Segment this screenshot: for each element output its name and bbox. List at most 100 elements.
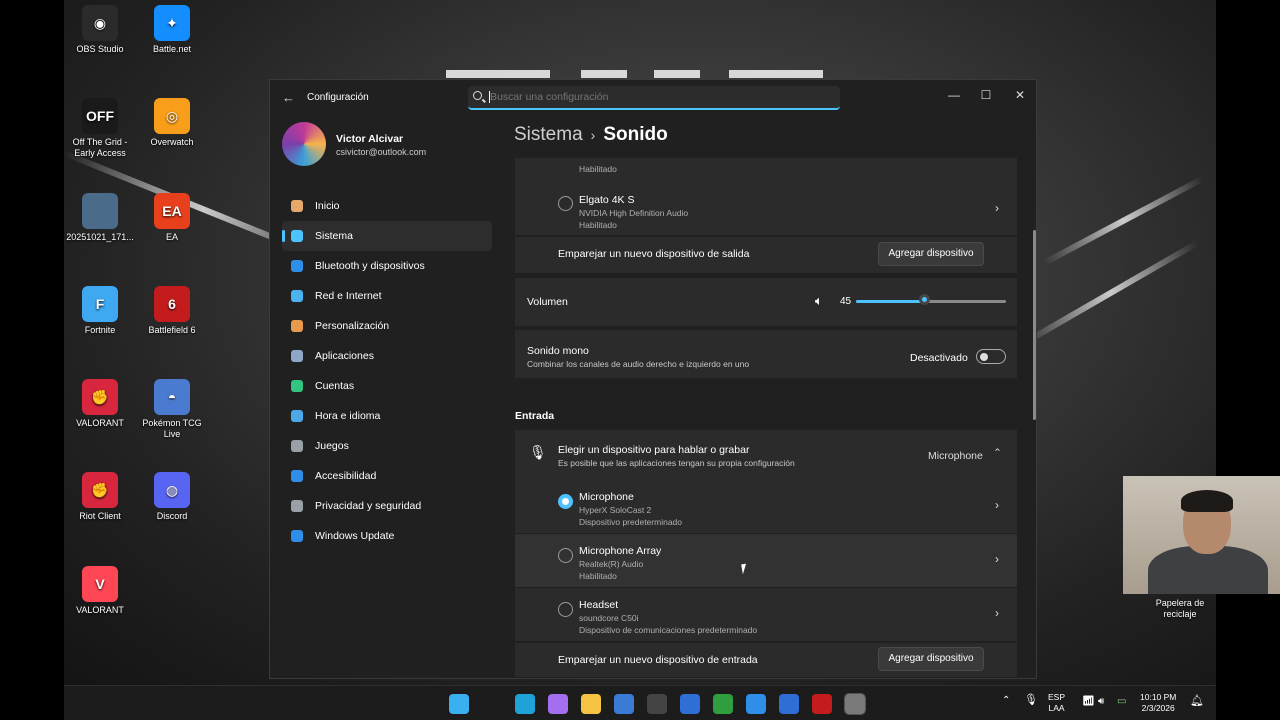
device-driver: NVIDIA High Definition Audio xyxy=(579,208,689,218)
back-arrow-icon[interactable]: ← xyxy=(282,90,295,105)
chevron-right-icon: › xyxy=(995,606,999,620)
wallpaper-light xyxy=(654,70,700,78)
sidebar-item-icon xyxy=(291,470,303,482)
sidebar-item[interactable]: Cuentas xyxy=(282,371,492,401)
sidebar-item[interactable]: Bluetooth y dispositivos xyxy=(282,251,492,281)
sidebar-item[interactable]: Accesibilidad xyxy=(282,461,492,491)
volume-slider-thumb[interactable] xyxy=(918,294,930,305)
maximize-button[interactable]: ☐ xyxy=(974,85,998,105)
input-device-row[interactable]: Microphone Array Realtek(R) Audio Habilita… xyxy=(515,534,1017,587)
taskbar-copilot-icon[interactable] xyxy=(548,694,568,714)
show-hidden-icons[interactable]: ⌃ xyxy=(1002,695,1010,706)
desktop-icon-label: Pokémon TCG Live xyxy=(142,418,202,439)
taskbar-outlook-icon[interactable] xyxy=(680,694,700,714)
wifi-icon[interactable]: 📶︎ xyxy=(1082,696,1095,707)
desktop-icon[interactable]: V VALORANT xyxy=(62,566,138,616)
desktop-icon-label: Riot Client xyxy=(79,511,121,521)
app-icon xyxy=(82,193,118,229)
language-indicator[interactable]: ESP LAA xyxy=(1048,692,1065,714)
desktop-icon[interactable]: ◍ Discord xyxy=(134,472,210,522)
battery-icon[interactable]: ▭ xyxy=(1117,696,1126,707)
input-device-row[interactable]: Microphone HyperX SoloCast 2 Dispositivo p… xyxy=(515,480,1017,533)
desktop-icon-label: Off The Grid - Early Access xyxy=(72,137,128,158)
sidebar-item-icon xyxy=(291,500,303,512)
taskbar-search-icon[interactable] xyxy=(482,694,502,714)
microphone-icon[interactable]: 🎙︎ xyxy=(1024,695,1038,706)
wallpaper-light xyxy=(446,70,550,78)
taskbar-store-icon[interactable] xyxy=(614,694,634,714)
taskbar-edge-icon[interactable] xyxy=(515,694,535,714)
output-device-prev[interactable]: Habilitado xyxy=(515,158,1017,182)
app-icon: 6 xyxy=(154,286,190,322)
add-output-device-button[interactable]: Agregar dispositivo xyxy=(878,242,984,266)
sidebar-item-icon xyxy=(291,290,303,302)
desktop-icon[interactable]: ◓ Pokémon TCG Live xyxy=(134,379,210,440)
volume-slider[interactable] xyxy=(856,294,1006,305)
input-chooser[interactable]: 🎙︎ Elegir un dispositivo para hablar o g… xyxy=(515,430,1017,480)
sidebar-item[interactable]: Sistema xyxy=(282,221,492,251)
taskbar-photos-icon[interactable] xyxy=(746,694,766,714)
desktop-icon[interactable]: ◉ OBS Studio xyxy=(62,5,138,55)
scrollbar[interactable] xyxy=(1033,230,1036,420)
sidebar-item-icon xyxy=(291,350,303,362)
volume-icon[interactable]: 🔊︎ xyxy=(1098,696,1104,707)
taskbar-explorer-icon[interactable] xyxy=(581,694,601,714)
desktop-icon-label: Battlefield 6 xyxy=(148,325,196,335)
search-box[interactable] xyxy=(468,86,840,110)
taskbar-settings-icon[interactable] xyxy=(844,693,866,715)
desktop-icon-label: Overwatch xyxy=(150,137,194,147)
microphone-icon: 🎙︎ xyxy=(529,444,547,460)
desktop-icon-label: Discord xyxy=(156,511,188,521)
input-device-row[interactable]: Headset soundcore C50i Dispositivo de comu… xyxy=(515,588,1017,641)
output-device-row[interactable]: Elgato 4K S NVIDIA High Definition Audio… xyxy=(515,182,1017,235)
minimize-button[interactable]: — xyxy=(942,85,966,105)
sidebar-item[interactable]: Privacidad y seguridad xyxy=(282,491,492,521)
sidebar-item[interactable]: Windows Update xyxy=(282,521,492,551)
search-input[interactable] xyxy=(490,88,830,106)
close-button[interactable]: ✕ xyxy=(1008,85,1032,105)
chevron-up-icon[interactable]: ⌃ xyxy=(993,447,1002,459)
desktop-icon[interactable]: 6 Battlefield 6 xyxy=(134,286,210,336)
clock[interactable]: 10:10 PM 2/3/2026 xyxy=(1140,692,1176,714)
language-code: ESP xyxy=(1048,692,1066,702)
webcam-overlay xyxy=(1123,476,1280,594)
desktop-icon[interactable]: ◎ Overwatch xyxy=(134,98,210,148)
device-status: Habilitado xyxy=(579,164,617,174)
add-input-device-button[interactable]: Agregar dispositivo xyxy=(878,647,984,671)
volume-value: 45 xyxy=(840,296,852,307)
desktop-icon[interactable]: OFF Off The Grid - Early Access xyxy=(62,98,138,159)
desktop-icon[interactable]: ✊ Riot Client xyxy=(62,472,138,522)
taskbar-battlefield-icon[interactable] xyxy=(812,694,832,714)
radio-button[interactable] xyxy=(558,196,573,211)
taskbar-mail-icon[interactable] xyxy=(779,694,799,714)
radio-button[interactable] xyxy=(558,602,573,617)
app-icon: EA xyxy=(154,193,190,229)
sidebar-item-icon xyxy=(291,260,303,272)
taskbar-xbox-icon[interactable] xyxy=(713,694,733,714)
app-icon: F xyxy=(82,286,118,322)
sidebar-item[interactable]: Juegos xyxy=(282,431,492,461)
radio-button[interactable] xyxy=(558,548,573,563)
sidebar-item[interactable]: Hora e idioma xyxy=(282,401,492,431)
desktop-icon[interactable]: ✦ Battle.net xyxy=(134,5,210,55)
taskbar-chatgpt-icon[interactable] xyxy=(647,694,667,714)
breadcrumb-parent[interactable]: Sistema xyxy=(514,124,583,145)
desktop-icon[interactable]: EA EA xyxy=(134,193,210,243)
sidebar-item[interactable]: Inicio xyxy=(282,191,492,221)
sidebar-item[interactable]: Aplicaciones xyxy=(282,341,492,371)
notifications-icon[interactable]: 🔔︎ xyxy=(1190,696,1204,707)
mono-toggle[interactable] xyxy=(976,349,1006,364)
app-icon: ✊ xyxy=(82,379,118,415)
desktop-icon-label: OBS Studio xyxy=(76,44,124,54)
desktop-icon[interactable]: F Fortnite xyxy=(62,286,138,336)
radio-button[interactable] xyxy=(558,494,573,509)
sidebar-item[interactable]: Personalización xyxy=(282,311,492,341)
device-driver: Realtek(R) Audio xyxy=(579,559,644,569)
webcam-person xyxy=(1181,490,1233,512)
taskbar-start-icon[interactable] xyxy=(449,694,469,714)
sidebar-item[interactable]: Red e Internet xyxy=(282,281,492,311)
speaker-icon[interactable]: 🔈︎ xyxy=(815,293,823,309)
recycle-bin[interactable]: Papelera de reciclaje xyxy=(1142,598,1218,620)
desktop-icon[interactable]: ✊ VALORANT xyxy=(62,379,138,429)
desktop-icon[interactable]: 20251021_171... xyxy=(62,193,138,243)
